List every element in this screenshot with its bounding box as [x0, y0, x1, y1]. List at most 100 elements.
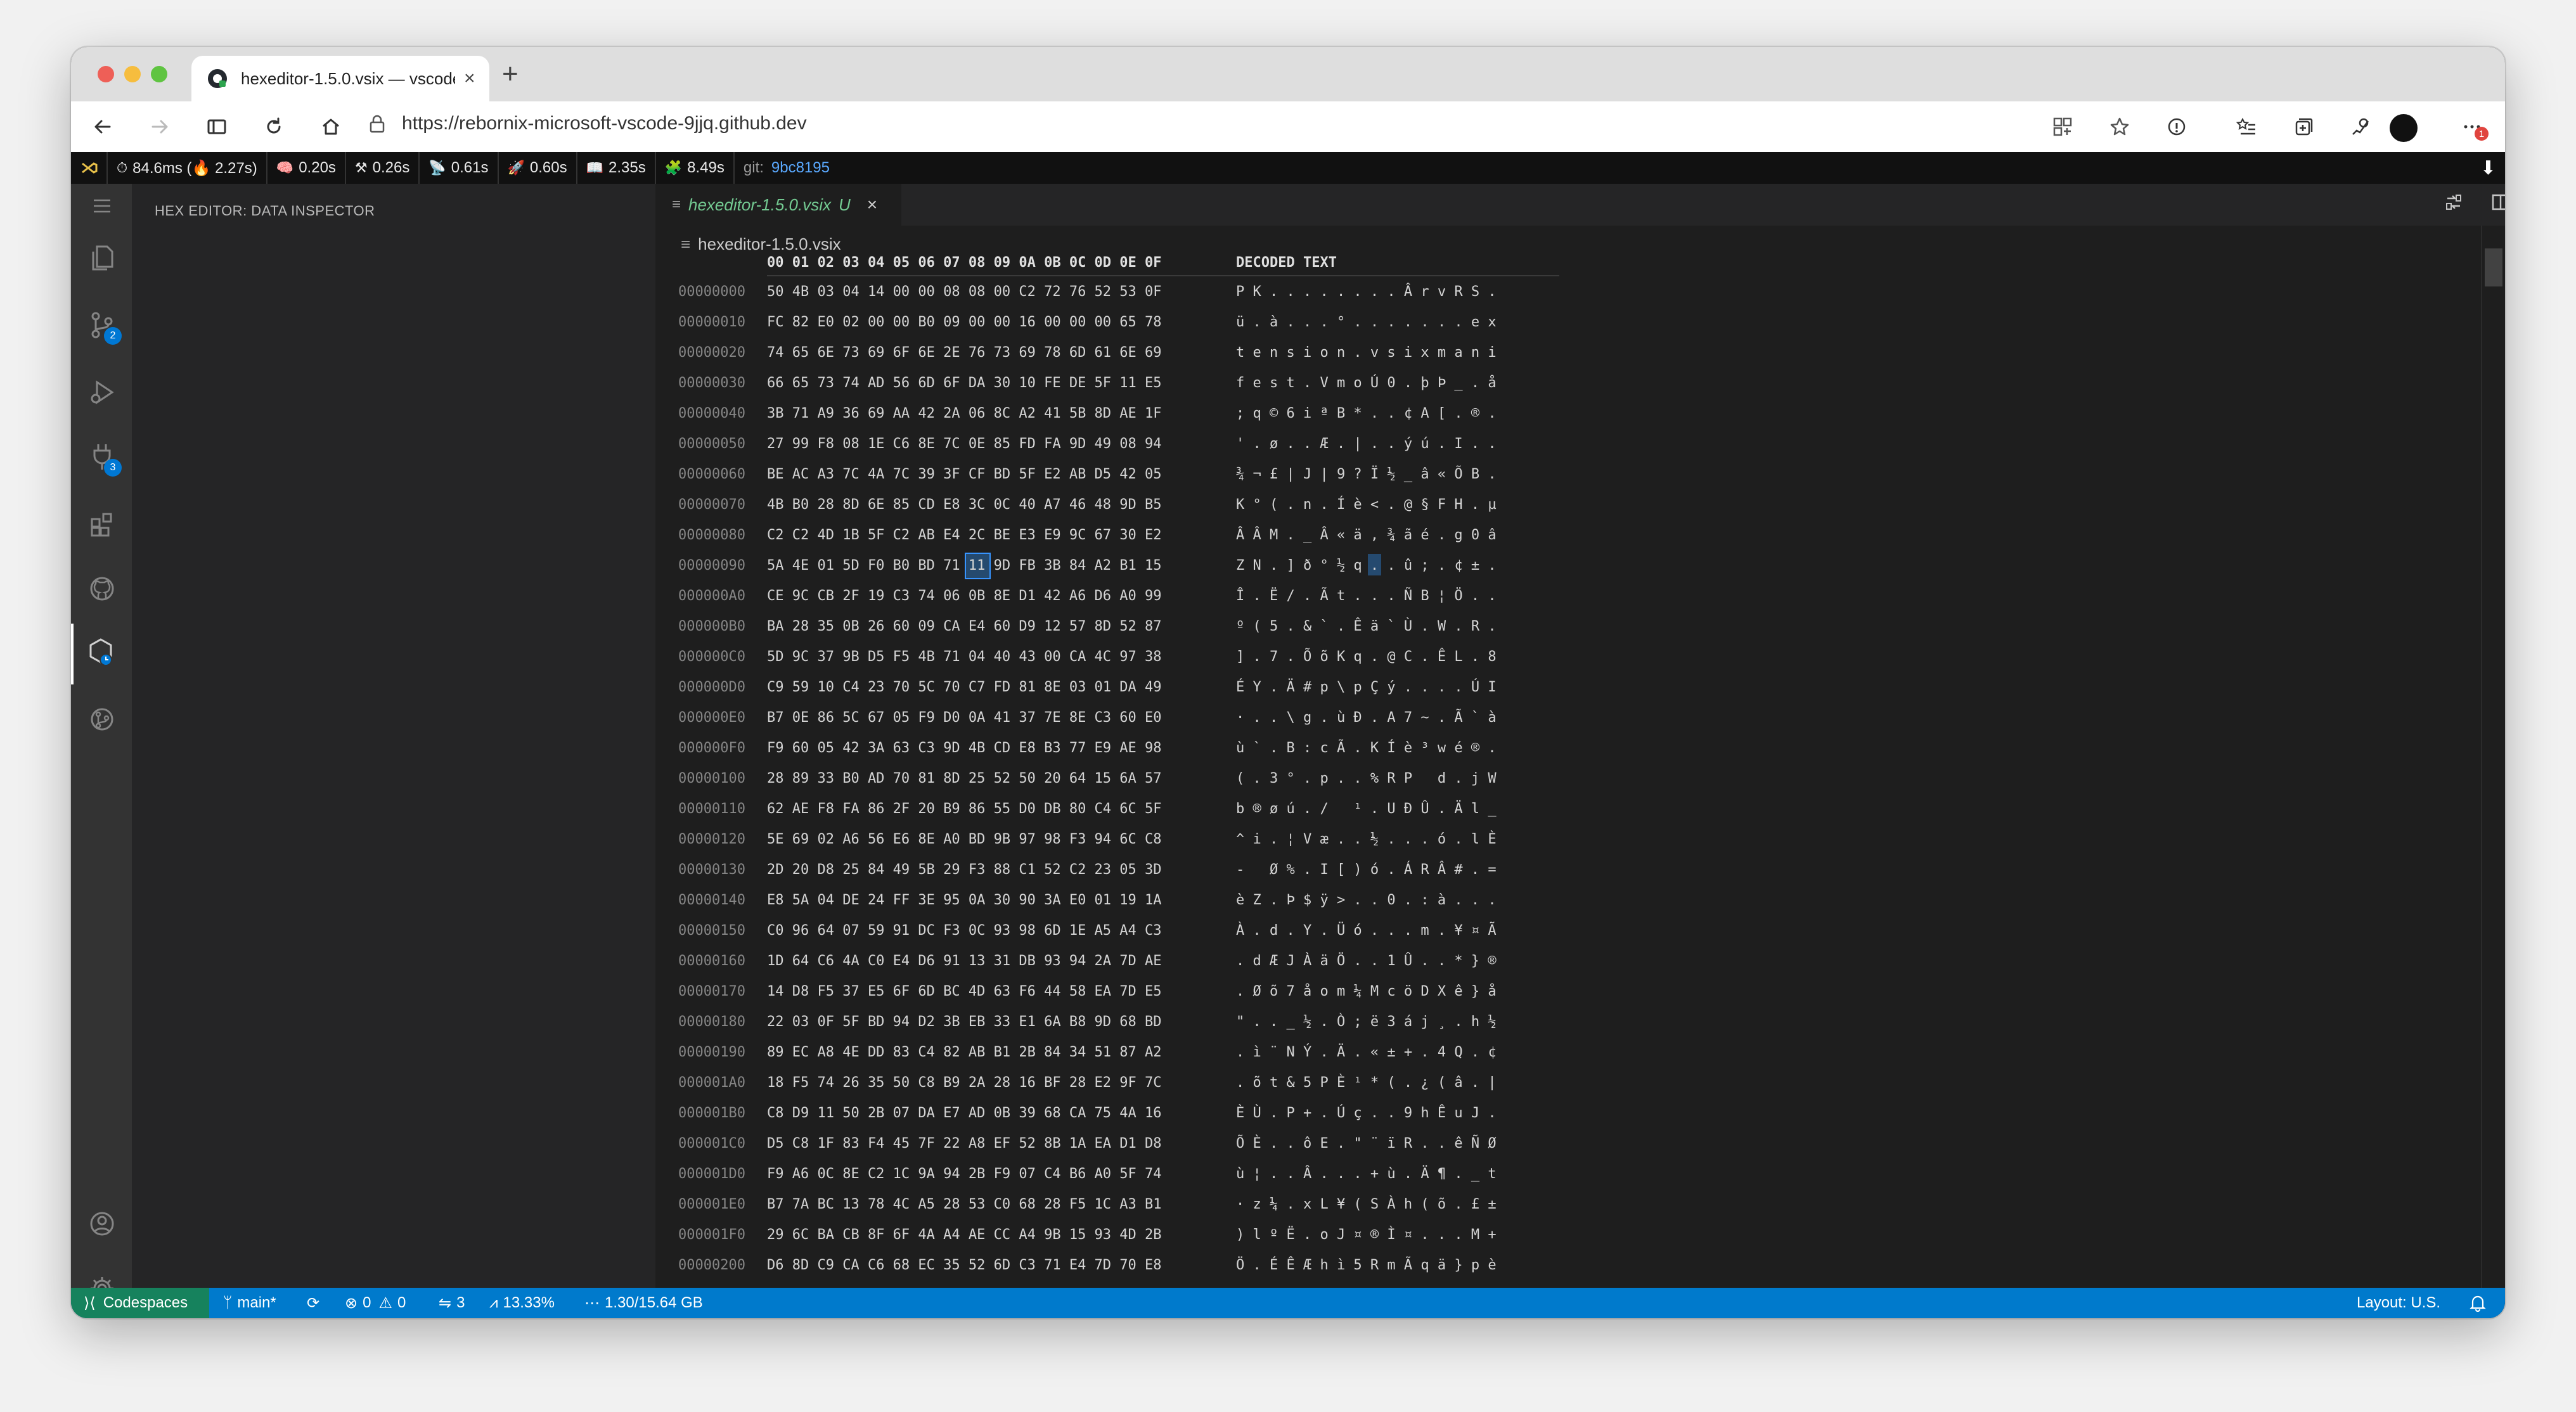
hex-row[interactable]: 00000030 66 65 73 74 AD 56 6D 6F DA 30 10…	[678, 369, 1566, 399]
row-decoded-text[interactable]: ] . 7 . Õ õ K q . @ C . Ê L . 8	[1236, 649, 1497, 665]
hex-row[interactable]: 000000E0 B7 0E 86 5C 67 05 F9 D0 0A 41 37…	[678, 703, 1566, 734]
row-decoded-text[interactable]: . ì ¨ N Ý . Ä . « ± + . 4 Q . ¢	[1236, 1044, 1497, 1060]
row-bytes[interactable]: 2D 20 D8 25 84 49 5B 29 F3 88 C1 52 C2 2…	[767, 862, 1162, 878]
menu-icon[interactable]	[85, 189, 119, 223]
row-bytes[interactable]: FC 82 E0 02 00 00 B0 09 00 00 16 00 00 0…	[767, 314, 1162, 330]
hex-row[interactable]: 00000180 22 03 0F 5F BD 94 D2 3B EB 33 E1…	[678, 1008, 1566, 1038]
hex-row[interactable]: 000001E0 B7 7A BC 13 78 4C A5 28 53 C0 68…	[678, 1190, 1566, 1221]
hex-row[interactable]: 00000200 D6 8D C9 CA C6 68 EC 35 52 6D C3…	[678, 1251, 1566, 1281]
hex-row[interactable]: 00000170 14 D8 F5 37 E5 6F 6D BC 4D 63 F6…	[678, 977, 1566, 1008]
forward-arrow-icon[interactable]	[146, 113, 174, 141]
row-bytes[interactable]: CE 9C CB 2F 19 C3 74 06 0B 8E D1 42 A6 D…	[767, 588, 1162, 604]
row-bytes[interactable]: BE AC A3 7C 4A 7C 39 3F CF BD 5F E2 AB D…	[767, 466, 1162, 482]
accounts-icon[interactable]	[85, 1207, 119, 1241]
hex-row[interactable]: 00000190 89 EC A8 4E DD 83 C4 82 AB B1 2B…	[678, 1038, 1566, 1069]
row-bytes[interactable]: C0 96 64 07 59 91 DC F3 0C 93 98 6D 1E A…	[767, 923, 1162, 939]
row-decoded-text[interactable]: t e n s i o n . v s i x m a n i	[1236, 345, 1497, 361]
row-decoded-text[interactable]: - Ø % . I [ ) ó . Á R Â # . =	[1236, 862, 1497, 878]
sidebar-toggle-icon[interactable]	[203, 113, 231, 141]
close-window-button[interactable]	[98, 66, 114, 82]
favorites-list-icon[interactable]	[2232, 113, 2260, 141]
hex-row[interactable]: 00000130 2D 20 D8 25 84 49 5B 29 F3 88 C1…	[678, 856, 1566, 886]
new-tab-button[interactable]: +	[502, 58, 518, 90]
hex-row[interactable]: 00000090 5A 4E 01 5D F0 B0 BD 71 11 9D FB…	[678, 551, 1566, 582]
row-decoded-text[interactable]: ù ` . B : c Ã . K Í è ³ w é ® .	[1236, 740, 1497, 756]
row-decoded-text[interactable]: è Z . Þ $ ÿ > . . 0 . : à . . .	[1236, 892, 1497, 908]
branch-indicator[interactable]: ᛘ main*	[223, 1288, 276, 1318]
browser-tab[interactable]: hexeditor-1.5.0.vsix — vscode ×	[191, 56, 489, 101]
metric-item-4[interactable]: 🚀 0.60s	[499, 152, 577, 184]
row-decoded-text[interactable]: f e s t . V m o Ú 0 . þ Þ _ . å	[1236, 375, 1497, 391]
row-decoded-text[interactable]: Â Â M . _ Â « ä , ¾ ã é . g 0 â	[1236, 527, 1497, 543]
hex-row[interactable]: 000000D0 C9 59 10 C4 23 70 5C 70 C7 FD 81…	[678, 673, 1566, 703]
row-decoded-text[interactable]: . d Æ J À ä Ö . . 1 Û . . * } ®	[1236, 953, 1497, 969]
row-bytes[interactable]: 1D 64 C6 4A C0 E4 D6 91 13 31 DB 93 94 2…	[767, 953, 1162, 969]
download-arrow-icon[interactable]: ⬇	[2480, 157, 2496, 179]
row-decoded-text[interactable]: ; q © 6 i ª B * . . ¢ A [ . ® .	[1236, 406, 1497, 421]
hex-row[interactable]: 00000150 C0 96 64 07 59 91 DC F3 0C 93 98…	[678, 916, 1566, 947]
row-bytes[interactable]: B7 7A BC 13 78 4C A5 28 53 C0 68 28 F5 1…	[767, 1197, 1162, 1212]
metric-item-5[interactable]: 📖 2.35s	[577, 152, 656, 184]
row-bytes[interactable]: 66 65 73 74 AD 56 6D 6F DA 30 10 FE DE 5…	[767, 375, 1162, 391]
timeline-icon[interactable]	[85, 702, 119, 736]
hex-row[interactable]: 000000C0 5D 9C 37 9B D5 F5 4B 71 04 40 43…	[678, 643, 1566, 673]
row-decoded-text[interactable]: ( . 3 ° . p . . % R P d . j W	[1236, 771, 1497, 786]
notifications-bell-icon[interactable]	[2470, 1288, 2486, 1318]
hex-row[interactable]: 00000120 5E 69 02 A6 56 E6 8E A0 BD 9B 97…	[678, 825, 1566, 856]
row-bytes[interactable]: 28 89 33 B0 AD 70 81 8D 25 52 50 20 64 1…	[767, 771, 1162, 786]
hex-row[interactable]: 000000F0 F9 60 05 42 3A 63 C3 9D 4B CD E8…	[678, 734, 1566, 764]
row-bytes[interactable]: D5 C8 1F 83 F4 45 7F 22 A8 EF 52 8B 1A E…	[767, 1136, 1162, 1152]
hex-row[interactable]: 00000060 BE AC A3 7C 4A 7C 39 3F CF BD 5F…	[678, 460, 1566, 491]
row-bytes[interactable]: 50 4B 03 04 14 00 00 08 08 00 C2 72 76 5…	[767, 284, 1162, 300]
remote-plug-icon[interactable]: 3	[85, 440, 122, 477]
row-decoded-text[interactable]: ' . ø . . Æ . | . . ý ú . I . .	[1236, 436, 1497, 452]
url-text[interactable]: https://rebornix-microsoft-vscode-9jjq.g…	[402, 113, 807, 134]
row-bytes[interactable]: 27 99 F8 08 1E C6 8E 7C 0E 85 FD FA 9D 4…	[767, 436, 1162, 452]
keyboard-layout[interactable]: Layout: U.S.	[2357, 1288, 2440, 1318]
hex-row[interactable]: 000000A0 CE 9C CB 2F 19 C3 74 06 0B 8E D1…	[678, 582, 1566, 612]
row-bytes[interactable]: F9 60 05 42 3A 63 C3 9D 4B CD E8 B3 77 E…	[767, 740, 1162, 756]
minimize-window-button[interactable]	[124, 66, 141, 82]
row-bytes[interactable]: F9 A6 0C 8E C2 1C 9A 94 2B F9 07 C4 B6 A…	[767, 1166, 1162, 1182]
row-decoded-text[interactable]: Õ È . . ô E . " ¨ ï R . . ê Ñ Ø	[1236, 1136, 1497, 1152]
metric-item-1[interactable]: 🧠 0.20s	[267, 152, 346, 184]
hex-row[interactable]: 00000050 27 99 F8 08 1E C6 8E 7C 0E 85 FD…	[678, 430, 1566, 460]
git-hash-link[interactable]: 9bc8195	[771, 159, 830, 177]
git-commit[interactable]: git: 9bc8195	[735, 152, 839, 184]
source-control-icon[interactable]: 2	[85, 308, 122, 345]
row-decoded-text[interactable]: À . d . Y . Ü ó . . . m . ¥ ¤ Ã	[1236, 923, 1497, 939]
row-decoded-text[interactable]: . õ t & 5 P È ¹ * ( . ¿ ( â . |	[1236, 1075, 1497, 1091]
row-bytes[interactable]: 29 6C BA CB 8F 6F 4A A4 AE CC A4 9B 15 9…	[767, 1227, 1162, 1243]
hex-row[interactable]: 00000040 3B 71 A9 36 69 AA 42 2A 06 8C A2…	[678, 399, 1566, 430]
row-bytes[interactable]: C2 C2 4D 1B 5F C2 AB E4 2C BE E3 E9 9C 6…	[767, 527, 1162, 543]
row-bytes[interactable]: 62 AE F8 FA 86 2F 20 B9 86 55 D0 DB 80 C…	[767, 801, 1162, 817]
hex-row[interactable]: 00000110 62 AE F8 FA 86 2F 20 B9 86 55 D0…	[678, 795, 1566, 825]
row-decoded-text[interactable]: " . . _ ½ . Ò ; ë 3 á j ¸ . h ½	[1236, 1014, 1497, 1030]
row-decoded-text[interactable]: º ( 5 . & ` . Ê ä ` Ù . W . R .	[1236, 619, 1497, 634]
metric-item-3[interactable]: 📡 0.61s	[420, 152, 499, 184]
row-decoded-text[interactable]: ü . à . . . ° . . . . . . . e x	[1236, 314, 1497, 330]
row-bytes[interactable]: D6 8D C9 CA C6 68 EC 35 52 6D C3 71 E4 7…	[767, 1257, 1162, 1273]
extensions-icon[interactable]	[85, 507, 119, 541]
feedback-icon[interactable]	[2347, 113, 2374, 141]
row-decoded-text[interactable]: ¾ ¬ £ | J | 9 ? Ï ½ _ â « Õ B .	[1236, 466, 1497, 482]
hex-row[interactable]: 00000020 74 65 6E 73 69 6F 6E 2E 76 73 69…	[678, 338, 1566, 369]
ports-indicator[interactable]: ⇋ 3	[439, 1288, 465, 1318]
row-bytes[interactable]: 22 03 0F 5F BD 94 D2 3B EB 33 E1 6A B8 9…	[767, 1014, 1162, 1030]
row-bytes[interactable]: C8 D9 11 50 2B 07 DA E7 AD 0B 39 68 CA 7…	[767, 1105, 1162, 1121]
hex-row[interactable]: 000001D0 F9 A6 0C 8E C2 1C 9A 94 2B F9 07…	[678, 1160, 1566, 1190]
remote-indicator[interactable]: ⟩⟨ Codespaces	[71, 1288, 209, 1318]
sync-icon[interactable]: ⟳	[307, 1288, 319, 1318]
maximize-window-button[interactable]	[151, 66, 167, 82]
row-decoded-text[interactable]: ^ i . ¦ V æ . . ½ . . . ó . l È	[1236, 831, 1497, 847]
breadcrumb[interactable]: ≡ hexeditor-1.5.0.vsix	[681, 234, 841, 254]
hex-row[interactable]: 000001C0 D5 C8 1F 83 F4 45 7F 22 A8 EF 52…	[678, 1129, 1566, 1160]
hex-row[interactable]: 00000080 C2 C2 4D 1B 5F C2 AB E4 2C BE E3…	[678, 521, 1566, 551]
row-decoded-text[interactable]: Z N . ] ð ° ½ q . . û ; . ¢ ± .	[1236, 558, 1497, 574]
hex-row[interactable]: 00000160 1D 64 C6 4A C0 E4 D6 91 13 31 DB…	[678, 947, 1566, 977]
home-icon[interactable]	[317, 113, 345, 141]
cpu-indicator[interactable]: ⩘ 13.33%	[489, 1288, 555, 1318]
back-arrow-icon[interactable]	[89, 113, 117, 141]
row-bytes[interactable]: 5E 69 02 A6 56 E6 8E A0 BD 9B 97 98 F3 9…	[767, 831, 1162, 847]
split-editor-icon[interactable]	[2491, 193, 2505, 217]
